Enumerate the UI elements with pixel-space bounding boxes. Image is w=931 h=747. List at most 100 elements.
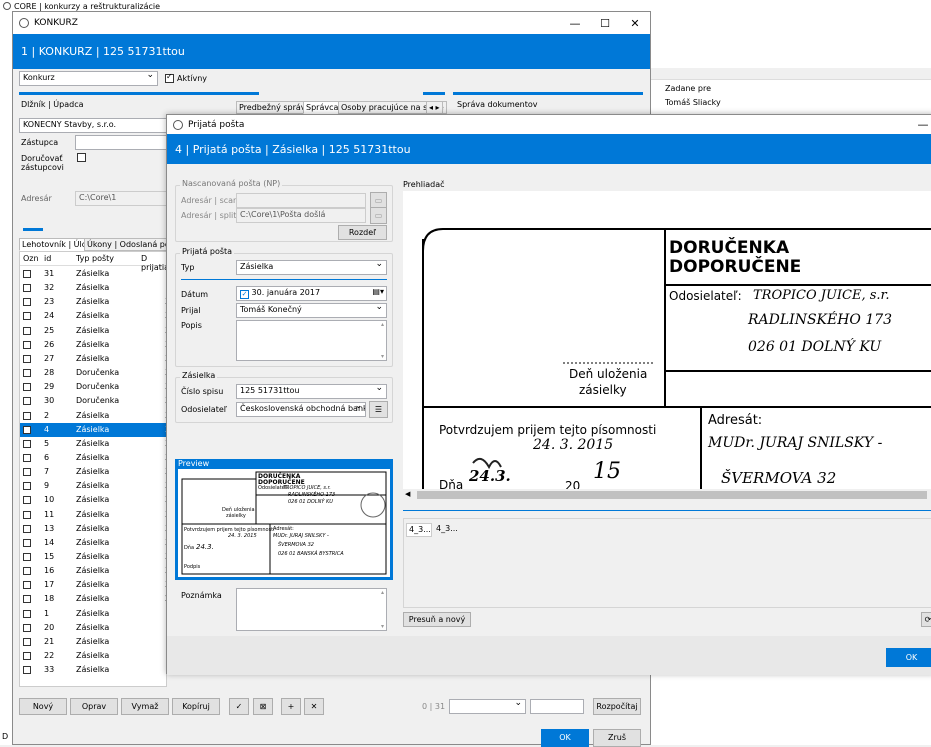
row-checkbox[interactable] [23, 666, 31, 675]
vymaz-button[interactable]: Vymaž [121, 698, 169, 715]
table-row[interactable]: 1 Zásielka [20, 607, 166, 621]
add-icon[interactable]: + [281, 698, 301, 715]
close-icon[interactable]: ✕ [620, 17, 650, 30]
row-checkbox[interactable] [23, 312, 31, 321]
row-checkbox[interactable] [23, 595, 31, 604]
scroll-up-icon[interactable]: ▴ [381, 589, 384, 596]
table-row[interactable]: 15Zásielka3 [20, 550, 166, 564]
popis-textarea[interactable]: ▴ ▾ [236, 320, 387, 361]
rozdel-button[interactable]: Rozdeľ [338, 225, 387, 240]
table-row[interactable]: 4Zásielka3 [20, 422, 166, 437]
prijal-select[interactable]: Tomáš Konečný [236, 303, 387, 318]
cislo-spisu-select[interactable]: 125 51731ttou [236, 384, 387, 399]
dorucovat-checkbox[interactable] [77, 153, 86, 162]
table-row[interactable]: 20 Zásielka [20, 621, 166, 635]
row-checkbox[interactable] [23, 510, 31, 519]
table-row[interactable]: 24Zásielka3 [20, 309, 166, 323]
table-row[interactable]: 27Zásielka3 [20, 352, 166, 366]
table-row[interactable]: 2Zásielka3 [20, 409, 166, 423]
minimize-icon[interactable]: — [560, 17, 590, 30]
konkurz-zrus-button[interactable]: Zruš [593, 729, 641, 747]
row-checkbox[interactable] [23, 397, 31, 406]
viewer-h-scrollbar[interactable]: ◀ [403, 489, 931, 501]
maximize-icon[interactable]: ☐ [590, 17, 620, 30]
table-row[interactable]: 23Zásielka3 [20, 295, 166, 309]
excel-icon[interactable]: ⊠ [253, 698, 273, 715]
document-viewer[interactable]: DORUČENKA DOPORUČENE Odosielateľ: TROPIC… [403, 191, 931, 501]
table-row[interactable]: 10Zásielka3 [20, 493, 166, 507]
table-row[interactable]: 28Doručenka3 [20, 366, 166, 380]
table-row[interactable]: 22 Zásielka [20, 649, 166, 663]
thumbnail-item[interactable]: 4_3... [434, 523, 460, 537]
novy-button[interactable]: Nový [19, 698, 67, 715]
row-checkbox[interactable] [23, 652, 31, 661]
row-checkbox[interactable] [23, 284, 31, 293]
posta-ok-button[interactable]: OK [886, 648, 931, 667]
col-id[interactable]: id [44, 254, 51, 263]
active-checkbox[interactable]: ✓ [165, 72, 174, 83]
scroll-up-icon[interactable]: ▴ [381, 321, 384, 328]
row-checkbox[interactable] [23, 326, 31, 335]
row-checkbox[interactable] [23, 496, 31, 505]
table-row[interactable]: 26Zásielka3 [20, 338, 166, 352]
zastupca-field[interactable] [75, 135, 167, 150]
row-checkbox[interactable] [23, 298, 31, 307]
table-row[interactable]: 6Zásielka3 [20, 451, 166, 465]
row-checkbox[interactable] [23, 482, 31, 491]
table-row[interactable]: 17Zásielka3 [20, 578, 166, 592]
minimize-icon[interactable]: — [911, 118, 931, 131]
row-checkbox[interactable] [23, 567, 31, 576]
odosielatel-select[interactable]: Československá obchodná banka, a. [236, 402, 366, 417]
row-checkbox[interactable] [23, 270, 31, 278]
konkurz-type-select[interactable]: Konkurz [19, 71, 158, 86]
table-row[interactable]: 25Zásielka3 [20, 324, 166, 338]
tab-spravca[interactable]: Správca [303, 101, 342, 114]
calendar-icon[interactable]: ▤▾ [372, 287, 384, 296]
table-row[interactable]: 31 Zásielka [20, 267, 166, 281]
row-checkbox[interactable] [23, 425, 31, 434]
row-checkbox[interactable] [23, 538, 31, 547]
table-row[interactable]: 30Doručenka3 [20, 394, 166, 408]
row-checkbox[interactable] [23, 524, 31, 533]
presun-a-novy-button[interactable]: Presuň a nový [403, 612, 471, 627]
row-checkbox[interactable] [23, 369, 31, 378]
scroll-down-icon[interactable]: ▾ [381, 353, 384, 360]
typ-select[interactable]: Zásielka [236, 260, 387, 275]
tab-scroll-arrows[interactable]: ◂ ▸ [426, 101, 443, 114]
row-checkbox[interactable] [23, 439, 31, 448]
filter-input[interactable] [530, 699, 584, 714]
scroll-thumb[interactable] [417, 491, 927, 499]
col-ozn[interactable]: Ozn [23, 254, 39, 263]
rozpoctaj-button[interactable]: Rozpočítaj [593, 698, 641, 715]
dlznik-field[interactable]: KONECNY Stavby, s.r.o. [19, 118, 167, 133]
row-checkbox[interactable] [23, 383, 31, 392]
row-checkbox[interactable] [23, 581, 31, 590]
row-checkbox[interactable] [23, 553, 31, 561]
row-checkbox[interactable] [23, 623, 31, 632]
scroll-down-icon[interactable]: ▾ [381, 623, 384, 630]
table-row[interactable]: 7Zásielka3 [20, 465, 166, 479]
konkurz-ok-button[interactable]: OK [541, 729, 589, 747]
menu-icon[interactable]: ☰ [369, 401, 388, 418]
table-row[interactable]: 13Zásielka3 [20, 522, 166, 536]
datum-checkbox[interactable]: ✓ [240, 290, 249, 299]
table-row[interactable]: 14Zásielka3 [20, 536, 166, 550]
table-row[interactable]: 32 Zásielka [20, 281, 166, 295]
table-row[interactable]: 16Zásielka3 [20, 564, 166, 578]
oprav-button[interactable]: Oprav [70, 698, 118, 715]
row-checkbox[interactable] [23, 453, 31, 462]
row-checkbox[interactable] [23, 468, 31, 477]
row-checkbox[interactable] [23, 340, 31, 349]
thumbnail-item[interactable]: 4_3... [406, 523, 432, 537]
table-row[interactable]: 9Zásielka3 [20, 479, 166, 493]
datum-field[interactable]: ✓ 30. januára 2017 ▤▾ [236, 286, 387, 301]
confirm-icon[interactable]: ✓ [229, 698, 249, 715]
row-checkbox[interactable] [23, 637, 31, 646]
filter-select[interactable] [449, 699, 526, 714]
remove-icon[interactable]: ✕ [304, 698, 324, 715]
table-row[interactable]: 5Zásielka3 [20, 437, 166, 451]
row-checkbox[interactable] [23, 609, 31, 618]
poznamka-textarea[interactable]: ▴ ▾ [236, 588, 387, 631]
preview-thumbnail[interactable]: DORUČENKA DOPORUČENE Odosielateľ: TROPIC… [178, 469, 390, 577]
scroll-left-icon[interactable]: ◀ [405, 490, 410, 498]
